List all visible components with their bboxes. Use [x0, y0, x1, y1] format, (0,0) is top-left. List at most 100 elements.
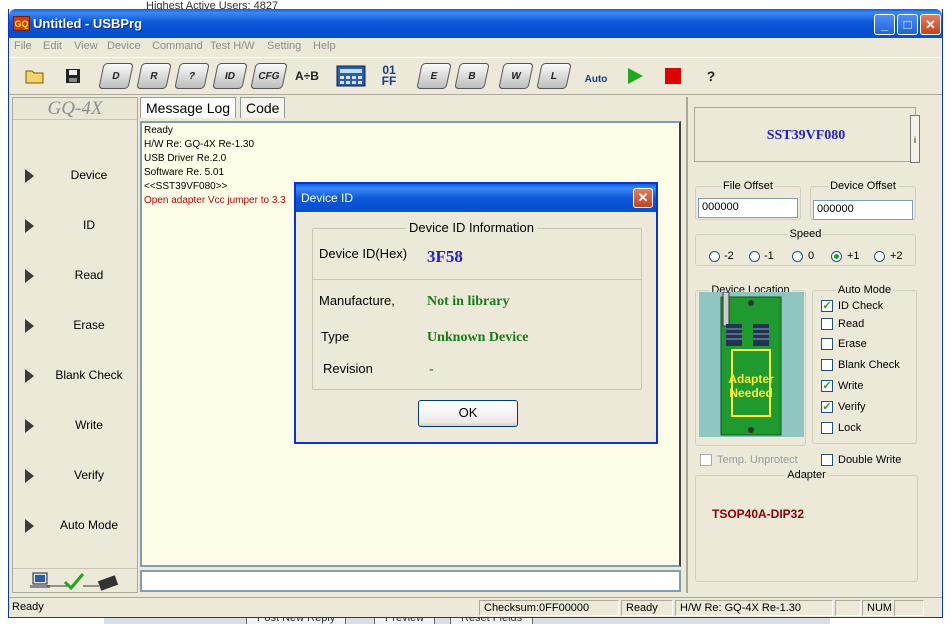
- manufacture-label: Manufacture,: [319, 293, 395, 308]
- temp-unprotect-checkbox[interactable]: [700, 454, 712, 466]
- maximize-button[interactable]: □: [897, 14, 918, 35]
- read-checkbox[interactable]: [821, 318, 833, 330]
- arrow-right-icon: [25, 269, 34, 283]
- write-command-button[interactable]: Write: [13, 410, 137, 442]
- gq-logo: GQ-4X: [13, 98, 137, 120]
- command-input[interactable]: [140, 570, 681, 592]
- type-label: Type: [321, 329, 350, 344]
- blank-check-checkbox[interactable]: [821, 359, 833, 371]
- read-tool-button[interactable]: R: [136, 63, 172, 89]
- speed-radio-0[interactable]: [792, 251, 803, 262]
- config-tool-button[interactable]: CFG: [250, 63, 288, 89]
- revision-value: -: [429, 362, 434, 377]
- lock-checkbox[interactable]: [821, 422, 833, 434]
- arrow-right-icon: [25, 419, 34, 433]
- verify-command-button[interactable]: Verify: [13, 460, 137, 492]
- write-checkbox[interactable]: ✓: [821, 380, 833, 392]
- hex-fill-tool-button[interactable]: 01 FF: [373, 63, 405, 89]
- connected-icon: [30, 572, 119, 591]
- hex-label-bottom: FF: [381, 74, 397, 88]
- lock-label: Lock: [838, 422, 862, 434]
- lock-tool-button[interactable]: L: [536, 63, 572, 89]
- device-offset-input[interactable]: 000000: [813, 200, 913, 220]
- calculator-icon[interactable]: [335, 63, 367, 89]
- speed-label-0: 0: [808, 250, 815, 262]
- speed-radio-plus1[interactable]: [831, 251, 842, 262]
- menu-test-hw[interactable]: Test H/W: [210, 40, 255, 52]
- help-button[interactable]: ?: [701, 63, 721, 89]
- menu-file[interactable]: File: [14, 40, 32, 52]
- log-line-warning: Open adapter Vcc jumper to 3.3: [144, 195, 286, 206]
- id-check-label: ID Check: [838, 300, 884, 312]
- menu-view[interactable]: View: [74, 40, 98, 52]
- blank-tool-button[interactable]: B: [454, 63, 490, 89]
- read-command-button[interactable]: Read: [13, 260, 137, 292]
- status-hw: H/W Re: GQ-4X Re-1.30: [675, 600, 833, 616]
- arrow-right-icon: [25, 169, 34, 183]
- auto-mode-command-button[interactable]: Auto Mode: [13, 510, 137, 542]
- verify-label: Verify: [838, 401, 866, 413]
- double-write-checkbox[interactable]: [821, 454, 833, 466]
- device-command-label: Device: [70, 168, 108, 182]
- tab-code[interactable]: Code: [240, 97, 286, 118]
- device-id-info-title: Device ID Information: [406, 220, 537, 235]
- id-check-checkbox[interactable]: ✓: [821, 300, 833, 312]
- device-info-box: SST39VF080: [694, 107, 916, 162]
- stop-icon[interactable]: [661, 63, 685, 89]
- device-name: SST39VF080: [766, 128, 846, 143]
- menu-device[interactable]: Device: [107, 40, 141, 52]
- write-tool-button[interactable]: W: [498, 63, 534, 89]
- read-label: Read: [838, 318, 865, 330]
- verify-checkbox[interactable]: ✓: [821, 401, 833, 413]
- title-bar[interactable]: GQ Untitled - USBPrg _ □ ✕: [9, 9, 942, 38]
- minimize-button[interactable]: _: [874, 14, 895, 35]
- erase-checkbox[interactable]: [821, 338, 833, 350]
- open-folder-icon[interactable]: [23, 63, 47, 89]
- temp-unprotect-label: Temp. Unprotect: [717, 454, 798, 466]
- tab-message-log[interactable]: Message Log: [140, 97, 237, 118]
- arrow-right-icon: [25, 219, 34, 233]
- blank-check-tool-button[interactable]: ?: [174, 63, 210, 89]
- close-button[interactable]: ✕: [920, 14, 941, 35]
- erase-command-label: Erase: [73, 318, 105, 332]
- erase-tool-button[interactable]: E: [416, 63, 452, 89]
- manufacture-value: Not in library: [427, 294, 510, 309]
- adapter-group: Adapter: [695, 469, 918, 582]
- dialog-title-bar[interactable]: Device ID ✕: [296, 184, 656, 212]
- speed-radio-plus2[interactable]: [874, 251, 885, 262]
- status-empty: [835, 600, 861, 616]
- status-empty-2: [894, 600, 924, 616]
- save-disk-icon[interactable]: [61, 63, 85, 89]
- log-line: H/W Re: GQ-4X Re-1.30: [144, 139, 255, 150]
- compare-tool-button[interactable]: A÷B: [291, 63, 323, 89]
- erase-command-button[interactable]: Erase: [13, 310, 137, 342]
- device-tool-button[interactable]: D: [98, 63, 134, 89]
- auto-tool-button[interactable]: Auto: [581, 63, 611, 89]
- dialog-close-button[interactable]: ✕: [633, 188, 653, 208]
- play-icon[interactable]: [623, 63, 647, 89]
- file-offset-input[interactable]: 000000: [698, 198, 798, 218]
- arrow-right-icon: [25, 469, 34, 483]
- ok-button[interactable]: OK: [418, 400, 518, 427]
- toolbar: D R ? ID CFG A÷B 01 FF E B W L Auto ?: [9, 57, 942, 95]
- menu-help[interactable]: Help: [313, 40, 336, 52]
- menu-command[interactable]: Command: [152, 40, 203, 52]
- log-line: Ready: [144, 125, 173, 136]
- menu-setting[interactable]: Setting: [267, 40, 301, 52]
- device-offset-label: Device Offset: [830, 180, 896, 192]
- read-command-label: Read: [74, 268, 104, 282]
- device-info-button[interactable]: i: [910, 115, 920, 163]
- speed-radio-minus2[interactable]: [709, 251, 720, 262]
- device-id-info-group: Device ID Information Device ID(Hex) 3F5…: [312, 220, 642, 390]
- device-id-value: 3F58: [427, 247, 463, 266]
- speed-radio-minus1[interactable]: [749, 251, 760, 262]
- id-command-button[interactable]: ID: [13, 210, 137, 242]
- window-title: Untitled - USBPrg: [33, 16, 143, 31]
- revision-label: Revision: [323, 361, 373, 376]
- speed-label-minus2: -2: [724, 250, 734, 262]
- menu-edit[interactable]: Edit: [43, 40, 62, 52]
- device-command-button[interactable]: Device: [13, 160, 137, 192]
- id-tool-button[interactable]: ID: [212, 63, 248, 89]
- verify-command-label: Verify: [73, 468, 104, 482]
- blank-check-command-button[interactable]: Blank Check: [13, 360, 137, 392]
